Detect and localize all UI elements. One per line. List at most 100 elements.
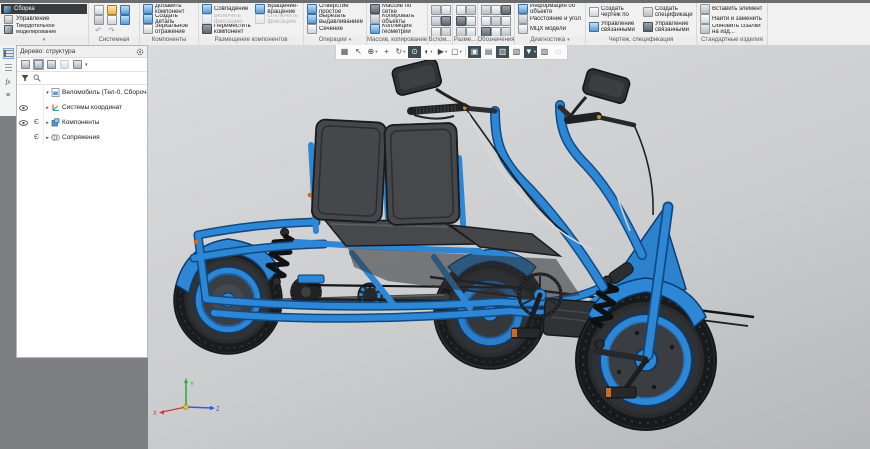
velomobile-model[interactable]: Y X Z <box>148 45 870 449</box>
symbol-tool-icon[interactable] <box>501 16 511 26</box>
distance-angle-button[interactable]: Расстояние и угол <box>516 14 584 24</box>
tree-list-tab[interactable] <box>3 62 14 73</box>
selection-mode-button[interactable]: ▶▾ <box>436 46 449 58</box>
symbol-tool-icon[interactable] <box>491 16 501 26</box>
shadow-button[interactable]: ▧ <box>510 46 523 58</box>
geometry-collection-button[interactable]: Коллекция геометрии <box>368 24 426 34</box>
clip-box-button[interactable]: ▤ <box>482 46 495 58</box>
view-orientation-button[interactable]: ⊙ <box>408 46 421 58</box>
print-button[interactable] <box>92 15 105 25</box>
select-cursor-button[interactable]: ↖ <box>352 46 365 58</box>
open-button[interactable] <box>105 5 118 15</box>
orbit-button[interactable]: ↻▾ <box>394 46 407 58</box>
new-document-button[interactable] <box>92 5 105 15</box>
dimension-tool-icon[interactable] <box>456 27 466 36</box>
ribbon-group-symbols: Обозначения <box>478 3 515 45</box>
copy-objects-button[interactable]: Копировать объекты <box>368 14 426 24</box>
display-style-button[interactable]: ◐▾ <box>422 46 435 58</box>
mirror-component-button[interactable]: Зеркальное отражение ко... <box>141 24 197 34</box>
create-specification-button[interactable]: Создать спецификацию... <box>641 4 695 19</box>
tree-toolbar: ▾ <box>17 58 147 72</box>
rotation-rotation-button[interactable]: Вращение-вращение <box>253 4 302 14</box>
symbol-tool-icon[interactable] <box>491 5 501 15</box>
preview-button[interactable] <box>105 15 118 25</box>
expander-icon[interactable]: ▸ <box>44 120 51 126</box>
tree-structure-view-button[interactable] <box>33 59 44 70</box>
gear-icon[interactable] <box>136 48 144 56</box>
tree-relations-button[interactable] <box>46 59 57 70</box>
expander-icon[interactable]: ▸ <box>44 135 51 141</box>
insert-element-button[interactable]: Вставить элемент <box>698 4 766 14</box>
coincidence-button[interactable]: Совпадение <box>200 4 253 14</box>
aux-tool-icon[interactable] <box>441 16 451 26</box>
expander-icon[interactable]: ▸ <box>44 105 51 111</box>
simple-hole-button[interactable]: Отверстие простое <box>305 4 365 14</box>
eye-visibility-icon[interactable] <box>19 120 28 126</box>
symbol-tool-icon[interactable] <box>501 5 511 15</box>
tree-toolbar-caret[interactable]: ▾ <box>85 62 88 68</box>
tree-display-options-button[interactable] <box>72 59 83 70</box>
tree-row-components[interactable]: Є ▸ Компоненты <box>17 115 147 130</box>
left-mirror[interactable] <box>391 58 442 96</box>
tree-filter-view-button[interactable] <box>20 59 31 70</box>
tree-structure-tab[interactable] <box>3 48 14 59</box>
tree-row-assembly[interactable]: ▾ Веломобиль (Тел-0, Сборочных ед <box>17 85 147 100</box>
section-button[interactable]: Сечение <box>305 24 365 34</box>
aux-tool-icon[interactable] <box>431 27 441 36</box>
create-drawing-button[interactable]: Создать чертеж по модели <box>587 4 641 19</box>
create-drawing-icon <box>589 7 599 17</box>
viewport-3d[interactable]: Y X Z ▦ ↖ ⊕▾ + ↻▾ ⊙ ◐▾ ▶▾ ▢▾ ▣ ▤ ▥ ▧ ▼▾ … <box>148 45 870 449</box>
redo-button[interactable]: ↷ <box>105 25 118 35</box>
dimension-tool-icon[interactable] <box>466 5 476 15</box>
symbol-tool-icon[interactable] <box>501 27 511 36</box>
symbol-tool-icon[interactable] <box>481 27 491 36</box>
filter-funnel-icon[interactable] <box>21 74 29 82</box>
model-filter-button[interactable]: ▼▾ <box>524 46 537 58</box>
tree-row-coordinate-systems[interactable]: ▸ Системы координат <box>17 100 147 115</box>
aux-tool-icon[interactable] <box>441 5 451 15</box>
save-button[interactable] <box>118 5 131 15</box>
eye-visibility-icon[interactable] <box>19 105 28 111</box>
dimension-tool-icon[interactable] <box>466 27 476 36</box>
menu-tab[interactable]: ≡ <box>3 90 14 101</box>
search-magnifier-icon[interactable] <box>33 74 41 82</box>
object-info-button[interactable]: Информация об объекте <box>516 4 584 14</box>
grid-array-button[interactable]: Массив по сетке <box>368 4 426 14</box>
symbol-tool-icon[interactable] <box>491 27 501 36</box>
tree-row-mates[interactable]: Є ▸ Сопряжения <box>17 130 147 145</box>
window-layout-button[interactable] <box>118 15 131 25</box>
fit-all-button[interactable]: ▣ <box>468 46 481 58</box>
pan-button[interactable]: + <box>380 46 393 58</box>
symbol-tool-icon[interactable] <box>481 5 491 15</box>
undo-button[interactable]: ↶ <box>92 25 105 35</box>
find-replace-button[interactable]: Найти и заменить <box>698 14 766 24</box>
frame-select-button[interactable]: ▢▾ <box>450 46 463 58</box>
variables-tab[interactable]: fx <box>3 76 14 87</box>
modes-collapse-caret[interactable]: ▾ <box>0 36 88 45</box>
zoom-button[interactable]: ⊕▾ <box>366 46 379 58</box>
aux-tool-icon[interactable] <box>431 5 441 15</box>
expander-icon[interactable]: ▾ <box>44 90 51 96</box>
symbol-tool-icon[interactable] <box>481 16 491 26</box>
section-view-button[interactable]: ▥ <box>496 46 509 58</box>
mode-assembly-button[interactable]: Сборка <box>1 4 87 14</box>
move-component-button[interactable]: Переместить компонент <box>200 24 253 34</box>
create-part-button[interactable]: Создать деталь <box>141 14 197 24</box>
update-links-button[interactable]: Обновить ссылки на изд... <box>698 24 766 34</box>
aux-tool-icon[interactable] <box>431 16 441 26</box>
sketch-grid-button[interactable]: ▦ <box>338 46 351 58</box>
layers-button[interactable]: ▨ <box>538 46 551 58</box>
dimension-tool-icon[interactable] <box>456 5 466 15</box>
dimension-tool-icon[interactable] <box>466 16 476 26</box>
manage-linked-drawings-button[interactable]: Управление связанными ч... <box>587 19 641 34</box>
dimension-tool-icon[interactable] <box>456 16 466 26</box>
aux-tool-icon[interactable] <box>441 27 451 36</box>
manage-linked-specs-button[interactable]: Управление связанными с... <box>641 19 695 34</box>
mode-solid-modeling-button[interactable]: Твердотельное моделирование <box>1 24 87 35</box>
left-backrest[interactable] <box>311 119 386 223</box>
add-component-button[interactable]: Добавить компонент из... <box>141 4 197 14</box>
mass-properties-button[interactable]: МЦХ модели <box>516 24 584 34</box>
right-mirror[interactable] <box>582 67 631 104</box>
cut-extrude-button[interactable]: Вырезать выдавливанием <box>305 14 365 24</box>
right-backrest[interactable] <box>384 123 459 225</box>
